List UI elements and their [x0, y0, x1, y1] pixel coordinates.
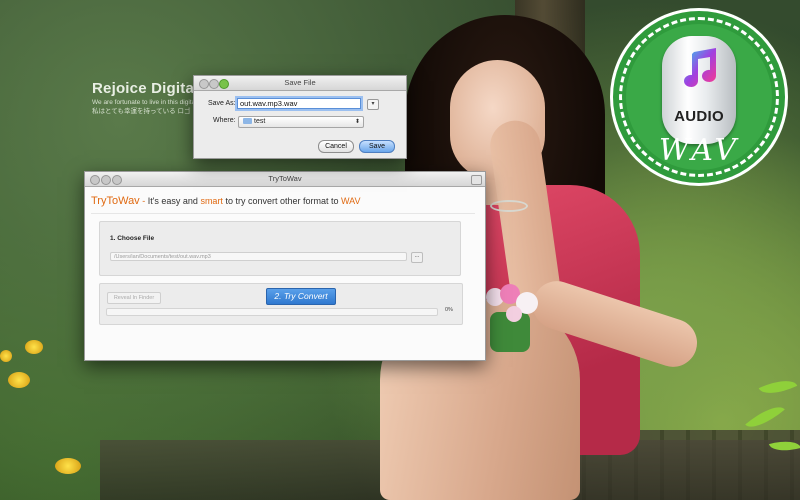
- photo-bracelet: [490, 200, 528, 212]
- browse-file-button[interactable]: ...: [411, 252, 423, 263]
- conversion-progress-label: 0%: [445, 307, 453, 313]
- choose-file-title: 1. Choose File: [110, 235, 155, 242]
- headline-part2: to try convert other format to: [222, 196, 341, 206]
- reveal-in-finder-button[interactable]: Reveal In Finder: [107, 292, 161, 304]
- photo-yellow-flower: [25, 340, 43, 354]
- conversion-progress-bar: [106, 308, 438, 316]
- rejoice-logo-text: Rejoice Digital: [92, 80, 199, 97]
- trytowav-window: TryToWav TryToWav - It's easy and smart …: [84, 171, 486, 361]
- file-path-field[interactable]: /Users/ian/Documents/test/out.wav.mp3: [110, 252, 407, 261]
- convert-panel: Reveal In Finder 2. Try Convert 0%: [99, 283, 463, 325]
- where-location-value: test: [254, 118, 266, 125]
- save-dialog-titlebar[interactable]: Save File: [194, 76, 406, 91]
- filename-input[interactable]: [237, 98, 361, 109]
- rejoice-tagline-en: We are fortunate to live in this digital…: [92, 99, 202, 106]
- main-window-titlebar[interactable]: TryToWav: [85, 172, 485, 187]
- headline-brand: TryToWav: [91, 195, 140, 207]
- try-convert-button[interactable]: 2. Try Convert: [266, 288, 336, 305]
- choose-file-panel: 1. Choose File /Users/ian/Documents/test…: [99, 221, 461, 276]
- music-note-icon: [684, 48, 716, 87]
- fullscreen-icon[interactable]: [471, 175, 482, 185]
- rejoice-tagline: We are fortunate to live in this digital…: [92, 98, 202, 116]
- app-headline: TryToWav - It's easy and smart to try co…: [91, 195, 360, 207]
- cancel-button[interactable]: Cancel: [318, 140, 354, 153]
- expand-dialog-button[interactable]: ▾: [367, 99, 379, 110]
- audio-wav-badge: AUDIO WAV: [610, 8, 788, 186]
- save-button[interactable]: Save: [359, 140, 395, 153]
- headline-part1: It's easy and: [147, 196, 201, 206]
- badge-audio-label: AUDIO: [674, 108, 724, 125]
- where-location-select[interactable]: test ⬍: [238, 116, 364, 128]
- photo-yellow-flower: [55, 458, 81, 474]
- updown-arrows-icon: ⬍: [354, 119, 360, 125]
- folder-icon: [243, 118, 252, 125]
- where-label: Where:: [213, 117, 236, 124]
- save-dialog-title: Save File: [284, 78, 316, 87]
- headline-divider: [91, 213, 475, 214]
- headline-smart: smart: [200, 196, 223, 206]
- photo-flower: [506, 306, 522, 322]
- headline-wav: WAV: [340, 196, 361, 206]
- headline-dash: -: [139, 196, 148, 206]
- photo-yellow-flower: [0, 350, 12, 362]
- badge-wav-label: WAV: [658, 133, 740, 168]
- save-as-label: Save As:: [208, 100, 236, 107]
- photo-leaf: [758, 373, 798, 401]
- main-window-title: TryToWav: [268, 174, 302, 183]
- rejoice-tagline-jp: 私はとても幸運を持っている ロゴ: [92, 108, 191, 115]
- photo-yellow-flower: [8, 372, 30, 388]
